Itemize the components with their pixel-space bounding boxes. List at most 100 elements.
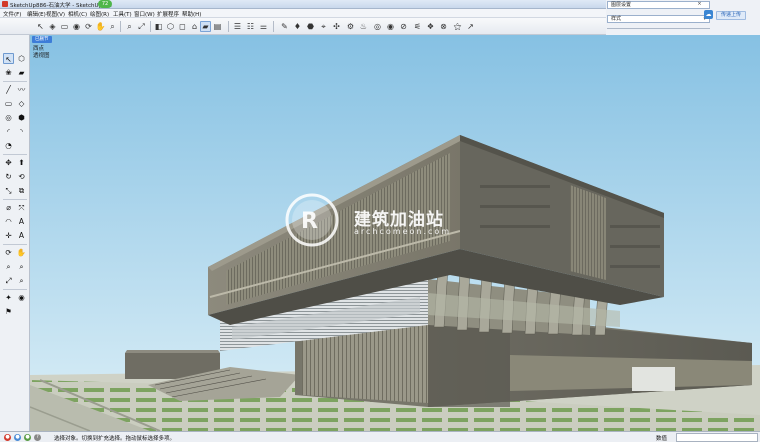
menu-bar: 文件(F) 编辑(E) 视图(V) 相机(C) 绘图(R) 工具(T) 窗口(W… <box>0 9 606 18</box>
help-icon[interactable]: ? <box>34 434 41 441</box>
look-around-icon[interactable]: ◉ <box>16 292 27 303</box>
zoom-icon[interactable]: ⌕ <box>107 21 118 32</box>
rotated-rect-icon[interactable]: ◇ <box>16 98 27 109</box>
main-toolbar: ↖ ◈ ▭ ◉ ⟳ ✋ ⌕ ⌕ ⤢ ◧ ⬡ ◻ ⌂ ▰ ▤ ☰ ☷ ⚌ ✎ ♦ … <box>0 18 606 35</box>
shaded-icon[interactable]: ♦ <box>292 21 303 32</box>
notification-badge[interactable]: 72 <box>98 0 112 8</box>
guides-icon[interactable]: ◉ <box>385 21 396 32</box>
right-view-icon[interactable]: ▰ <box>200 21 211 32</box>
position-camera-icon[interactable]: ✦ <box>3 292 14 303</box>
previous-view-icon[interactable]: ◧ <box>153 21 164 32</box>
layers-icon[interactable]: ⚟ <box>412 21 423 32</box>
axes-icon[interactable]: ◎ <box>372 21 383 32</box>
pie-tool-icon[interactable]: ◔ <box>3 140 14 151</box>
style-label: 样式 <box>611 16 622 22</box>
menu-tools[interactable]: 工具(T) <box>113 10 132 18</box>
display-section-icon[interactable]: ⚙ <box>345 21 356 32</box>
text-tool-icon[interactable]: A <box>16 216 27 227</box>
zoom-tool-icon[interactable]: ⌕ <box>3 261 14 272</box>
scene-tab[interactable]: 已删节 <box>32 36 52 43</box>
scene-label-perspective: 透视图 <box>33 53 50 59</box>
followme-tool-icon[interactable]: ⟲ <box>16 171 27 182</box>
iso-view-icon[interactable]: ⬡ <box>165 21 176 32</box>
menu-extensions[interactable]: 扩展程序 <box>157 10 179 18</box>
3d-text-icon[interactable]: A <box>16 230 27 241</box>
menu-file[interactable]: 文件(F) <box>3 10 21 18</box>
select-icon[interactable]: ↖ <box>35 21 46 32</box>
measurements-input[interactable] <box>676 433 758 442</box>
make-component-icon[interactable]: ◈ <box>47 21 58 32</box>
shaded-texture-icon[interactable]: ⬣ <box>305 21 316 32</box>
menu-help[interactable]: 帮助(H) <box>182 10 201 18</box>
menu-draw[interactable]: 绘图(R) <box>90 10 109 18</box>
polygon-tool-icon[interactable]: ⬢ <box>16 112 27 123</box>
model-info-icon[interactable]: ⊘ <box>398 21 409 32</box>
tape-measure-icon[interactable]: ⌀ <box>3 202 14 213</box>
pan-tool-icon[interactable]: ✋ <box>16 247 27 258</box>
previous-tool-icon[interactable]: ⌕ <box>16 275 27 286</box>
move-tool-icon[interactable]: ✥ <box>3 157 14 168</box>
pan-icon[interactable]: ✋ <box>95 21 106 32</box>
rotate-tool-icon[interactable]: ↻ <box>3 171 14 182</box>
menu-camera[interactable]: 相机(C) <box>68 10 87 18</box>
status-message: 选择对象。切换到扩充选择。拖动鼠标选择多项。 <box>54 436 176 442</box>
geolocation-icon[interactable]: ● <box>4 434 11 441</box>
axes-tool-icon[interactable]: ✛ <box>3 230 14 241</box>
credits-icon[interactable]: ● <box>14 434 21 441</box>
select-tool-icon[interactable]: ↖ <box>3 53 14 64</box>
paint-bucket-icon[interactable]: ◉ <box>71 21 82 32</box>
model-viewport[interactable]: R 已删节 西点 透视图 建筑加油站 archcomeon.com <box>30 35 760 431</box>
tray-title[interactable]: 图层设置 <box>607 1 710 9</box>
orbit-tool-icon[interactable]: ⟳ <box>3 247 14 258</box>
freehand-tool-icon[interactable]: 〰 <box>16 84 27 95</box>
top-view-icon[interactable]: ◻ <box>177 21 188 32</box>
offset-tool-icon[interactable]: ⧉ <box>16 185 27 196</box>
component-tool-icon[interactable]: ⬡ <box>16 53 27 64</box>
zoom-extents-icon[interactable]: ⤢ <box>136 21 147 32</box>
walk-tool-icon[interactable]: ⚑ <box>3 306 14 317</box>
components-icon[interactable]: ⚝ <box>452 21 463 32</box>
zoom-window-tool-icon[interactable]: ⌕ <box>16 261 27 272</box>
menu-view[interactable]: 视图(V) <box>46 10 65 18</box>
scale-tool-icon[interactable]: ⤡ <box>3 185 14 196</box>
user-icon[interactable]: ● <box>24 434 31 441</box>
wireframe-icon[interactable]: ⚌ <box>258 21 269 32</box>
tray-divider <box>607 28 710 29</box>
section-cuts-icon[interactable]: ♨ <box>358 21 369 32</box>
menu-window[interactable]: 窗口(W) <box>134 10 155 18</box>
protractor-tool-icon[interactable]: ◠ <box>3 216 14 227</box>
arc2-tool-icon[interactable]: ◝ <box>16 126 27 137</box>
style-dropdown[interactable]: 样式 ▾ <box>607 15 710 23</box>
watermark-subtext: archcomeon.com <box>354 227 452 236</box>
circle-tool-icon[interactable]: ◎ <box>3 112 14 123</box>
materials-icon[interactable]: ⊗ <box>438 21 449 32</box>
cloud-icon[interactable]: ☁ <box>704 10 713 19</box>
hidden-line-icon[interactable]: ✎ <box>279 21 290 32</box>
upload-button[interactable]: 传递上传 <box>716 11 746 20</box>
close-icon[interactable]: × <box>696 1 703 7</box>
zoom-extents-tool-icon[interactable]: ⤢ <box>3 275 14 286</box>
menu-edit[interactable]: 编辑(E) <box>27 10 46 18</box>
eraser-tool-icon[interactable]: ▰ <box>16 67 27 78</box>
pushpull-tool-icon[interactable]: ⬆ <box>16 157 27 168</box>
zoom-window-icon[interactable]: ⌕ <box>124 21 135 32</box>
eraser-icon[interactable]: ▭ <box>59 21 70 32</box>
sketchup-logo-icon <box>2 1 8 7</box>
back-edges-icon[interactable]: ☷ <box>245 21 256 32</box>
large-tool-set: ↖ ⬡ ❀ ▰ ╱ 〰 ▭ ◇ ◎ ⬢ ◜ ◝ ◔ ✥ ⬆ ↻ ⟲ ⤡ ⧉ ⌀ … <box>0 35 30 431</box>
xray-icon[interactable]: ☰ <box>232 21 243 32</box>
line-tool-icon[interactable]: ╱ <box>3 84 14 95</box>
arc-tool-icon[interactable]: ◜ <box>3 126 14 137</box>
monochrome-icon[interactable]: ⌖ <box>318 21 329 32</box>
status-bar: ● ● ● ? 选择对象。切换到扩充选择。拖动鼠标选择多项。 数值 <box>0 431 760 442</box>
paint-tool-icon[interactable]: ❀ <box>3 67 14 78</box>
outliner-icon[interactable]: ❖ <box>425 21 436 32</box>
default-tray: 图层设置 × 样式 ▾ ☁ 传递上传 <box>606 0 760 35</box>
section-plane-icon[interactable]: ✣ <box>331 21 342 32</box>
front-view-icon[interactable]: ⌂ <box>189 21 200 32</box>
styles-icon[interactable]: ↗ <box>465 21 476 32</box>
rectangle-tool-icon[interactable]: ▭ <box>3 98 14 109</box>
orbit-icon[interactable]: ⟳ <box>83 21 94 32</box>
dimension-tool-icon[interactable]: ⤧ <box>16 202 27 213</box>
back-view-icon[interactable]: ▤ <box>212 21 223 32</box>
